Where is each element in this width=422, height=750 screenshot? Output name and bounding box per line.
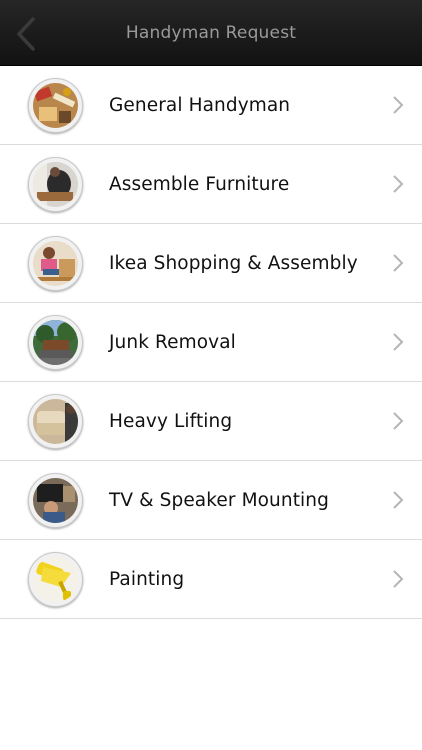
service-label: Heavy Lifting (109, 410, 233, 432)
chevron-right-icon (393, 96, 404, 114)
service-row-general-handyman[interactable]: General Handyman (0, 66, 422, 145)
chevron-right-icon (393, 570, 404, 588)
service-row-tv-speaker-mounting[interactable]: TV & Speaker Mounting (0, 461, 422, 540)
service-row-heavy-lifting[interactable]: Heavy Lifting (0, 382, 422, 461)
service-list: General Handyman Assemble Furniture Ikea… (0, 66, 422, 619)
service-label: Junk Removal (109, 331, 236, 353)
navigation-bar: Handyman Request (0, 0, 422, 66)
service-label: Painting (109, 568, 185, 590)
service-row-ikea-shopping-assembly[interactable]: Ikea Shopping & Assembly (0, 224, 422, 303)
tools-photo-icon (28, 78, 83, 133)
paint-roller-photo-icon (28, 552, 83, 607)
chevron-right-icon (393, 412, 404, 430)
junk-removal-photo-icon (28, 315, 83, 370)
chevron-right-icon (393, 254, 404, 272)
service-label: Ikea Shopping & Assembly (109, 252, 358, 274)
service-row-painting[interactable]: Painting (0, 540, 422, 619)
chevron-right-icon (393, 333, 404, 351)
chevron-right-icon (393, 491, 404, 509)
service-label: Assemble Furniture (109, 173, 290, 195)
furniture-assembly-photo-icon (28, 157, 83, 212)
tv-mounting-photo-icon (28, 473, 83, 528)
sofa-lifting-photo-icon (28, 394, 83, 449)
ikea-assembly-photo-icon (28, 236, 83, 291)
service-label: General Handyman (109, 94, 291, 116)
service-row-junk-removal[interactable]: Junk Removal (0, 303, 422, 382)
service-row-assemble-furniture[interactable]: Assemble Furniture (0, 145, 422, 224)
page-title: Handyman Request (125, 23, 297, 43)
service-label: TV & Speaker Mounting (109, 489, 329, 511)
chevron-right-icon (393, 175, 404, 193)
